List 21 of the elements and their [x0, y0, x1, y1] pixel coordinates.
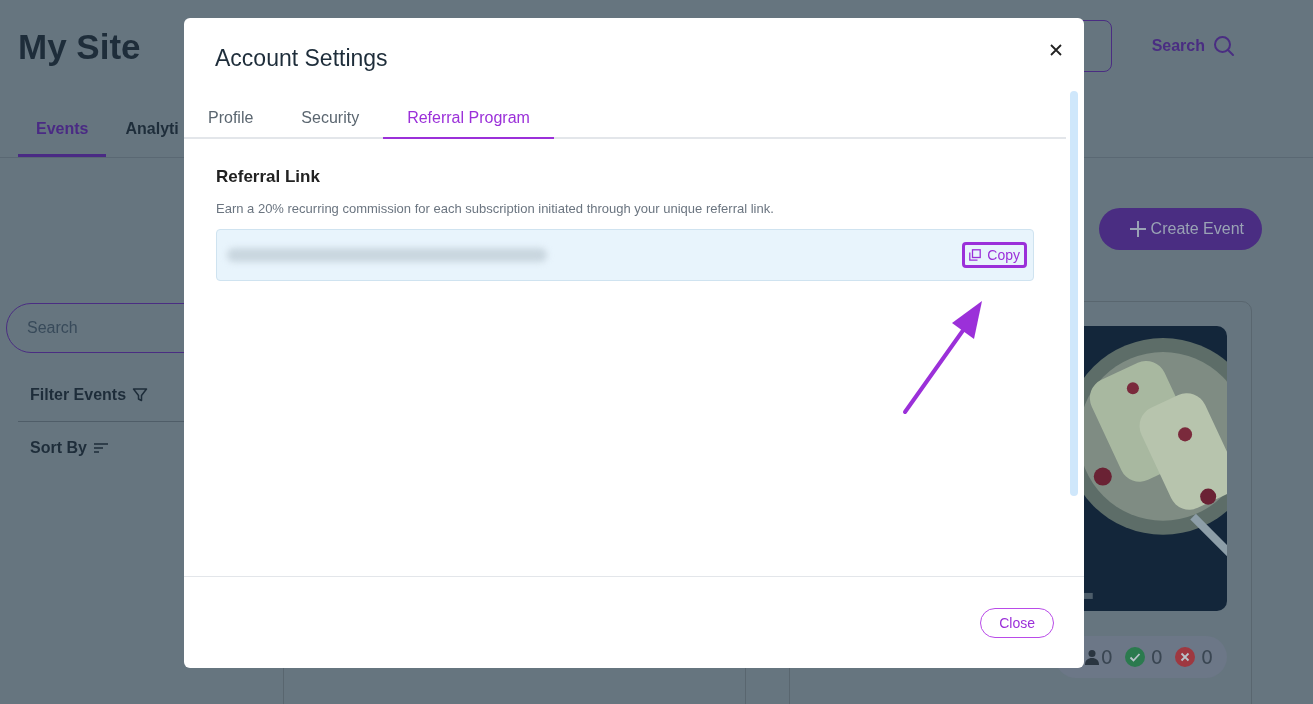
close-button[interactable]: Close — [980, 607, 1054, 638]
scrollbar[interactable] — [1070, 91, 1078, 496]
description-text: Earn a 20% recurring commission for each subscription initiated through your unique referral link. — [216, 201, 775, 216]
plus-icon — [1128, 220, 1147, 238]
sort-label[interactable]: Sort By — [30, 439, 87, 457]
site-title: My Site — [18, 26, 141, 68]
check-icon — [1124, 647, 1145, 667]
cross-icon — [1174, 647, 1195, 667]
sort-icon — [92, 441, 109, 455]
filter-label[interactable]: Filter Events — [30, 386, 127, 404]
person-icon — [1084, 649, 1099, 665]
search-icon — [1213, 35, 1235, 57]
create-event-button[interactable]: Create Event — [1098, 208, 1262, 250]
filter-icon — [132, 387, 149, 403]
copy-icon — [969, 249, 982, 261]
settings-tab[interactable]: Referral Program — [383, 103, 554, 139]
settings-tab[interactable]: Security — [277, 103, 384, 139]
referral-link-field[interactable]: Copy — [216, 229, 1034, 281]
section-title: Referral Link — [216, 167, 321, 187]
copy-button[interactable]: Copy — [962, 242, 1027, 268]
dialog-title: Account Settings — [215, 45, 388, 72]
